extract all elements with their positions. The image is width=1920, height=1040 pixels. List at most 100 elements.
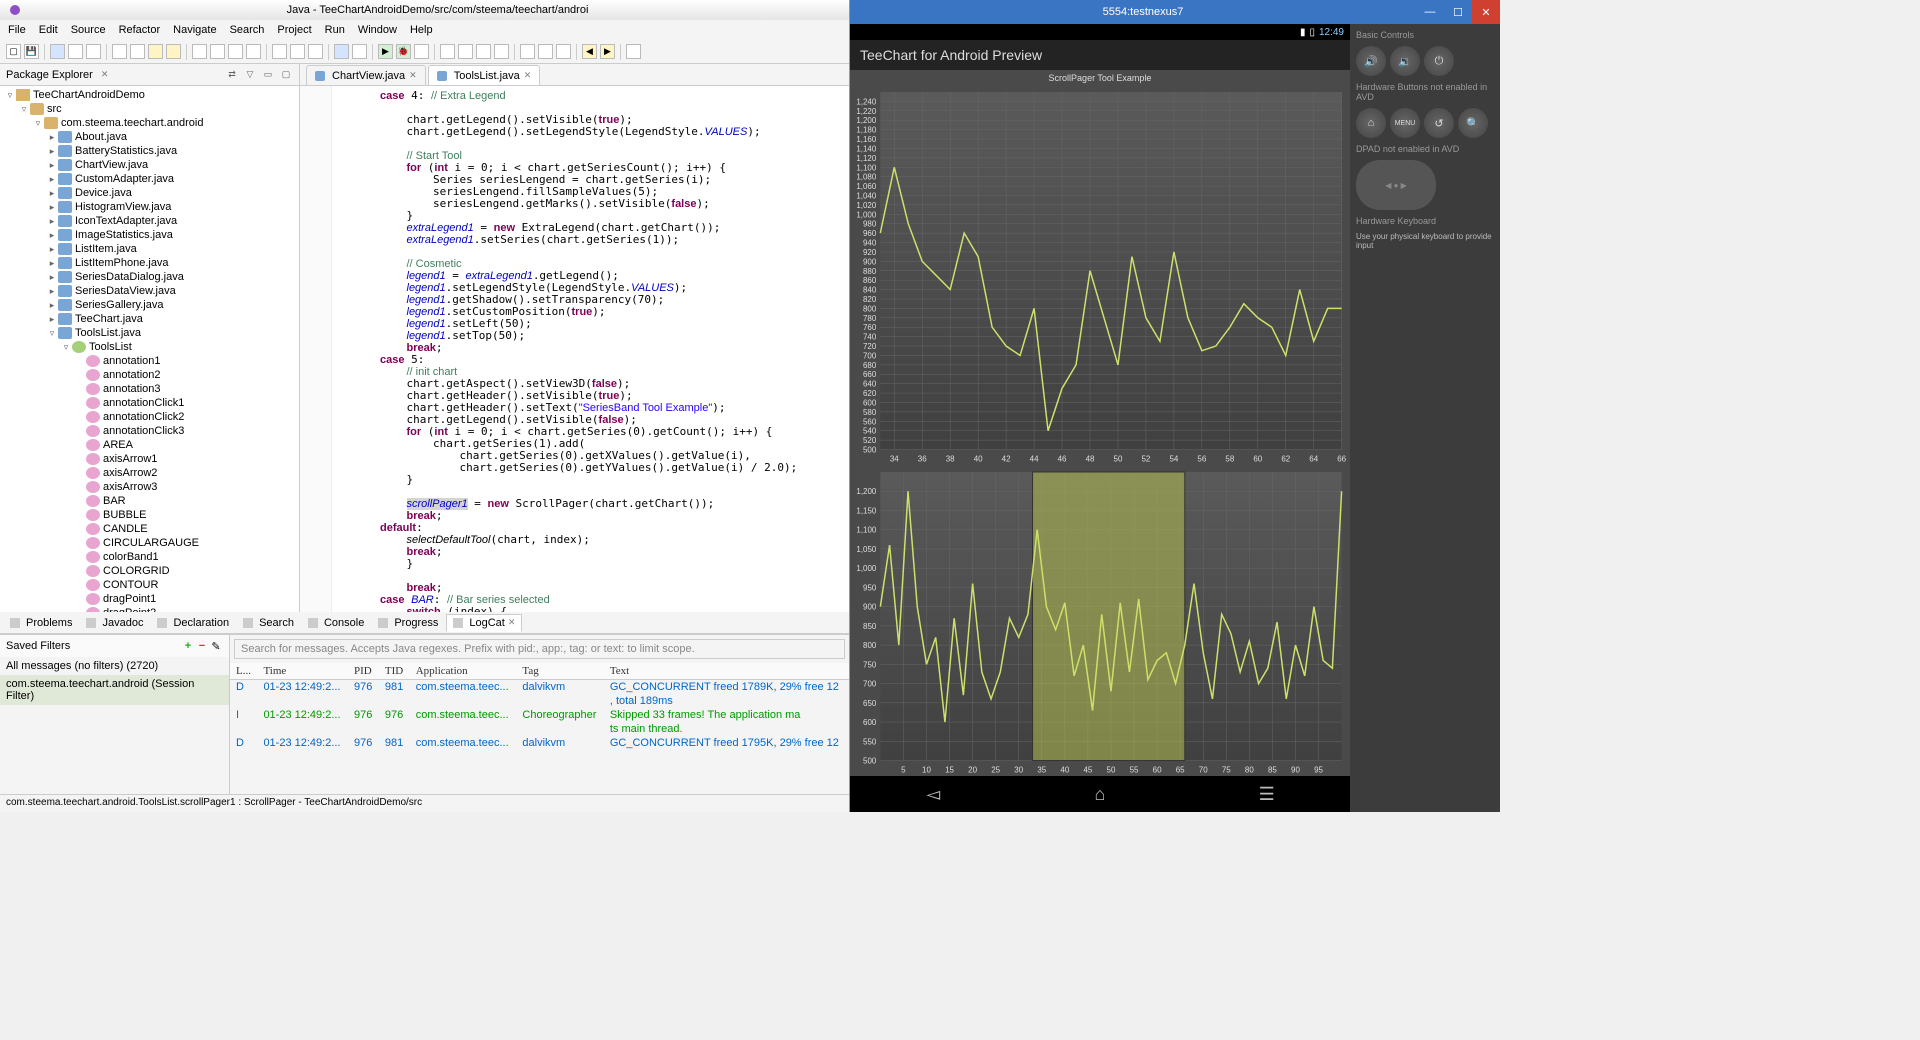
log-col[interactable]: Time — [257, 663, 348, 680]
edit-filter-icon[interactable]: ✎ — [209, 639, 223, 653]
code-editor[interactable]: case 4: // Extra Legend chart.getLegend(… — [300, 86, 849, 612]
tree-member[interactable]: BUBBLE — [0, 508, 299, 522]
tree-file[interactable]: ▸HistogramView.java — [0, 200, 299, 214]
tree-file[interactable]: ▸IconTextAdapter.java — [0, 214, 299, 228]
tree-file[interactable]: ▸BatteryStatistics.java — [0, 144, 299, 158]
min-icon[interactable]: ▭ — [261, 68, 275, 82]
bottom-tab-progress[interactable]: Progress — [372, 615, 444, 631]
tool-icon[interactable] — [476, 44, 491, 59]
tree-file[interactable]: ▸About.java — [0, 130, 299, 144]
bottom-tab-javadoc[interactable]: Javadoc — [80, 615, 149, 631]
android-nav-bar[interactable]: ◅ ⌂ ☰ — [850, 776, 1350, 812]
remove-filter-icon[interactable]: − — [195, 639, 209, 653]
tree-member[interactable]: dragPoint1 — [0, 592, 299, 606]
tree-member[interactable]: axisArrow1 — [0, 452, 299, 466]
menu-source[interactable]: Source — [71, 24, 106, 36]
tool-icon[interactable] — [192, 44, 207, 59]
tool-icon[interactable] — [308, 44, 323, 59]
menu-project[interactable]: Project — [277, 24, 311, 36]
nav-back-icon[interactable]: ◀ — [582, 44, 597, 59]
tree-member[interactable]: CONTOUR — [0, 578, 299, 592]
log-col[interactable]: PID — [348, 663, 379, 680]
save-icon[interactable]: 💾 — [24, 44, 39, 59]
tool-icon[interactable] — [538, 44, 553, 59]
bottom-tab-search[interactable]: Search — [237, 615, 300, 631]
dpad[interactable]: ◀ ● ▶ — [1356, 160, 1436, 210]
tree-project[interactable]: ▿TeeChartAndroidDemo — [0, 88, 299, 102]
tree-class[interactable]: ▿ToolsList — [0, 340, 299, 354]
main-chart[interactable]: 3436384042444648505254565860626466500520… — [850, 86, 1350, 466]
tree-member[interactable]: CIRCULARGAUGE — [0, 536, 299, 550]
toolbar[interactable]: ▢💾 ▶🐞 ◀▶ — [0, 40, 849, 64]
tool-icon[interactable] — [148, 44, 163, 59]
tool-icon[interactable] — [556, 44, 571, 59]
tree-file[interactable]: ▸SeriesDataDialog.java — [0, 270, 299, 284]
new-icon[interactable]: ▢ — [6, 44, 21, 59]
bottom-tabs[interactable]: ProblemsJavadocDeclarationSearchConsoleP… — [0, 612, 849, 634]
tree-member[interactable]: annotation1 — [0, 354, 299, 368]
tool-icon[interactable] — [290, 44, 305, 59]
tool-icon[interactable] — [246, 44, 261, 59]
recent-icon[interactable]: ☰ — [1247, 784, 1287, 805]
log-col[interactable]: Text — [604, 663, 849, 680]
tree-member[interactable]: annotationClick1 — [0, 396, 299, 410]
tree-member[interactable]: dragPoint2 — [0, 606, 299, 612]
tree-member[interactable]: axisArrow2 — [0, 466, 299, 480]
add-filter-icon[interactable]: + — [181, 639, 195, 653]
maximize-icon[interactable]: ☐ — [1444, 0, 1472, 24]
logcat-filter[interactable]: All messages (no filters) (2720) — [0, 657, 229, 675]
bottom-tab-console[interactable]: Console — [302, 615, 370, 631]
log-col[interactable]: Tag — [516, 663, 603, 680]
tree-file[interactable]: ▸ListItemPhone.java — [0, 256, 299, 270]
menu-run[interactable]: Run — [325, 24, 345, 36]
tool-icon[interactable] — [494, 44, 509, 59]
menu-bar[interactable]: FileEditSourceRefactorNavigateSearchProj… — [0, 20, 849, 40]
tree-member[interactable]: BAR — [0, 494, 299, 508]
tree-file[interactable]: ▸CustomAdapter.java — [0, 172, 299, 186]
menu-btn-icon[interactable]: MENU — [1390, 108, 1420, 138]
search-btn-icon[interactable]: 🔍 — [1458, 108, 1488, 138]
tool-icon[interactable] — [458, 44, 473, 59]
pager-chart[interactable]: 5101520253035404550556065707580859095500… — [850, 466, 1350, 777]
bottom-tab-logcat[interactable]: LogCat ✕ — [446, 614, 522, 632]
tool-icon[interactable] — [440, 44, 455, 59]
close-icon[interactable]: ✕ — [101, 69, 109, 80]
tree-member[interactable]: annotationClick3 — [0, 424, 299, 438]
log-row[interactable]: D01-23 12:49:2...976981com.steema.teec..… — [230, 680, 849, 695]
tree-src[interactable]: ▿src — [0, 102, 299, 116]
menu-edit[interactable]: Edit — [39, 24, 58, 36]
tool-icon[interactable] — [414, 44, 429, 59]
log-row[interactable]: D01-23 12:49:2...976981com.steema.teec..… — [230, 736, 849, 750]
tree-member[interactable]: axisArrow3 — [0, 480, 299, 494]
tool-icon[interactable] — [520, 44, 535, 59]
tree-file[interactable]: ▸Device.java — [0, 186, 299, 200]
tree-member[interactable]: colorBand1 — [0, 550, 299, 564]
editor-tabs[interactable]: ChartView.java✕ToolsList.java✕ — [300, 64, 849, 86]
menu-window[interactable]: Window — [358, 24, 397, 36]
back-btn-icon[interactable]: ↺ — [1424, 108, 1454, 138]
tree-file[interactable]: ▸SeriesDataView.java — [0, 284, 299, 298]
tree-file[interactable]: ▿ToolsList.java — [0, 326, 299, 340]
tool-icon[interactable] — [166, 44, 181, 59]
tool-icon[interactable] — [228, 44, 243, 59]
volume-down-icon[interactable]: 🔉 — [1390, 46, 1420, 76]
tree-member[interactable]: annotation2 — [0, 368, 299, 382]
tree-file[interactable]: ▸ChartView.java — [0, 158, 299, 172]
bottom-tab-problems[interactable]: Problems — [4, 615, 78, 631]
tool-icon[interactable] — [626, 44, 641, 59]
bottom-tab-declaration[interactable]: Declaration — [151, 615, 235, 631]
tree-member[interactable]: CANDLE — [0, 522, 299, 536]
tree-member[interactable]: COLORGRID — [0, 564, 299, 578]
back-icon[interactable]: ◅ — [913, 784, 953, 805]
tool-icon[interactable] — [112, 44, 127, 59]
tree-file[interactable]: ▸ListItem.java — [0, 242, 299, 256]
tree-member[interactable]: annotation3 — [0, 382, 299, 396]
tree-file[interactable]: ▸SeriesGallery.java — [0, 298, 299, 312]
menu-help[interactable]: Help — [410, 24, 433, 36]
nav-fwd-icon[interactable]: ▶ — [600, 44, 615, 59]
tree-file[interactable]: ▸ImageStatistics.java — [0, 228, 299, 242]
link-icon[interactable]: ⇄ — [225, 68, 239, 82]
logcat-filter[interactable]: com.steema.teechart.android (Session Fil… — [0, 675, 229, 705]
editor-tab[interactable]: ChartView.java✕ — [306, 65, 426, 85]
home-btn-icon[interactable]: ⌂ — [1356, 108, 1386, 138]
